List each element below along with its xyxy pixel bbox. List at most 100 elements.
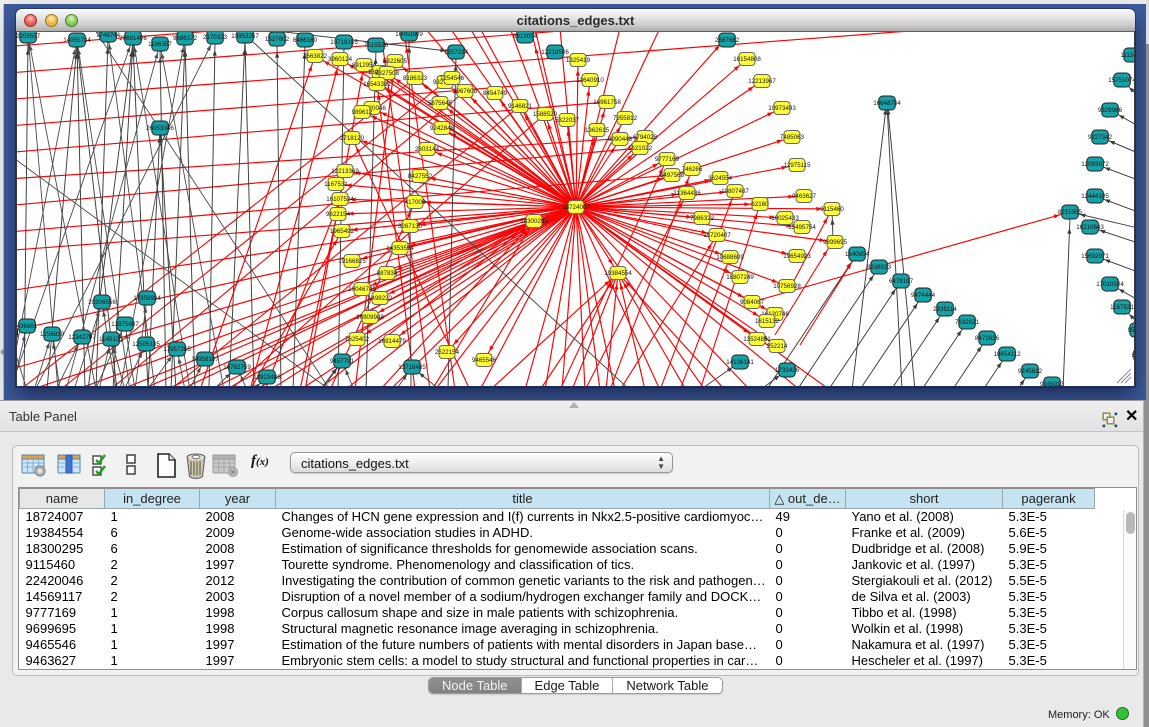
- svg-text:10756928: 10756928: [773, 283, 801, 290]
- svg-text:10958107: 10958107: [191, 356, 219, 363]
- svg-text:15495754: 15495754: [788, 224, 816, 231]
- svg-text:8215955: 8215955: [1058, 209, 1083, 216]
- svg-text:13524851: 13524851: [743, 336, 771, 343]
- svg-text:18300295: 18300295: [520, 218, 548, 225]
- svg-text:7625402: 7625402: [345, 336, 370, 343]
- svg-text:9084067: 9084067: [740, 299, 765, 306]
- svg-text:10853257: 10853257: [231, 33, 259, 40]
- svg-text:7663822: 7663822: [303, 53, 328, 60]
- svg-text:9474444: 9474444: [911, 292, 936, 299]
- svg-text:989612: 989612: [352, 109, 373, 116]
- svg-text:16782759: 16782759: [223, 364, 251, 371]
- svg-text:1256819: 1256819: [40, 331, 65, 338]
- svg-text:1640954: 1640954: [845, 251, 870, 258]
- svg-text:17010504: 17010504: [1096, 281, 1124, 288]
- svg-text:9146821: 9146821: [508, 103, 533, 110]
- svg-text:8454749: 8454749: [483, 90, 508, 97]
- svg-text:13975887: 13975887: [111, 321, 139, 328]
- svg-text:8990448: 8990448: [608, 136, 633, 143]
- svg-text:2718120: 2718120: [340, 135, 365, 142]
- svg-text:2967608: 2967608: [453, 88, 478, 95]
- svg-text:9899695: 9899695: [823, 239, 848, 246]
- svg-text:20206556: 20206556: [88, 299, 116, 306]
- svg-text:12342797: 12342797: [68, 334, 96, 341]
- svg-text:7955812: 7955812: [613, 115, 638, 122]
- svg-text:8471626: 8471626: [975, 335, 1000, 342]
- svg-text:18807249: 18807249: [726, 274, 754, 281]
- svg-text:10807487: 10807487: [721, 188, 749, 195]
- svg-text:19654923: 19654923: [783, 253, 811, 260]
- svg-text:831054: 831054: [1132, 352, 1134, 359]
- svg-text:5322605: 5322605: [383, 58, 408, 65]
- svg-text:2687682: 2687682: [715, 37, 740, 44]
- svg-text:8186323: 8186323: [403, 75, 428, 82]
- svg-text:12213369: 12213369: [331, 168, 359, 175]
- svg-text:9777169: 9777169: [655, 156, 680, 163]
- svg-text:12213967: 12213967: [748, 78, 776, 85]
- svg-text:19166825: 19166825: [338, 258, 366, 265]
- svg-text:8427552: 8427552: [408, 173, 433, 180]
- svg-text:14136141: 14136141: [726, 359, 754, 366]
- svg-text:6497568: 6497568: [660, 172, 685, 179]
- svg-text:1733426: 1733426: [775, 367, 800, 374]
- svg-text:1167531: 1167531: [1110, 304, 1134, 311]
- svg-text:957591: 957591: [1128, 327, 1134, 334]
- svg-text:21364436: 21364436: [673, 190, 701, 197]
- svg-text:746266: 746266: [682, 166, 703, 173]
- svg-text:7746744: 7746744: [96, 32, 121, 39]
- svg-text:18724007: 18724007: [562, 204, 590, 211]
- svg-text:10973493: 10973493: [768, 105, 796, 112]
- svg-text:1527602: 1527602: [265, 36, 290, 43]
- svg-text:12444195: 12444195: [1081, 193, 1109, 200]
- svg-text:9242848: 9242848: [430, 125, 455, 132]
- svg-text:16107524: 16107524: [326, 196, 354, 203]
- svg-text:9245013: 9245013: [1040, 381, 1065, 386]
- svg-text:1621022: 1621022: [628, 145, 653, 152]
- svg-text:436961: 436961: [17, 323, 38, 330]
- svg-text:9329966: 9329966: [1098, 107, 1123, 114]
- svg-text:1112472: 1112472: [1120, 52, 1134, 59]
- svg-text:1362615: 1362615: [585, 127, 610, 134]
- svg-text:10688609: 10688609: [716, 254, 744, 261]
- svg-text:887834: 887834: [377, 270, 398, 277]
- svg-text:16210643: 16210643: [1076, 224, 1104, 231]
- svg-text:17957255: 17957255: [163, 346, 191, 353]
- svg-text:13640910: 13640910: [576, 77, 604, 84]
- svg-text:19384554: 19384554: [604, 270, 632, 277]
- svg-text:62160: 62160: [751, 201, 769, 208]
- svg-text:5875645: 5875645: [428, 100, 453, 107]
- svg-text:9622154: 9622154: [326, 211, 351, 218]
- svg-text:5322037: 5322037: [555, 117, 580, 124]
- svg-text:1965492: 1965492: [330, 228, 355, 235]
- svg-text:10654112: 10654112: [993, 351, 1021, 358]
- svg-text:7357224: 7357224: [444, 49, 469, 56]
- svg-text:16914479: 16914479: [378, 338, 406, 345]
- svg-text:9886372: 9886372: [173, 35, 198, 42]
- svg-text:9327508: 9327508: [375, 70, 400, 77]
- svg-text:1325419: 1325419: [566, 57, 591, 64]
- svg-text:8813054: 8813054: [513, 33, 538, 40]
- svg-text:10719155: 10719155: [330, 39, 358, 46]
- svg-text:7515526: 7515526: [364, 42, 389, 49]
- svg-text:9457791: 9457791: [330, 358, 355, 365]
- svg-text:9465546: 9465546: [472, 357, 497, 364]
- svg-text:16053809: 16053809: [395, 32, 423, 38]
- svg-text:8938923: 8938923: [867, 264, 892, 271]
- svg-text:16961758: 16961758: [593, 99, 621, 106]
- svg-text:1254546: 1254546: [440, 75, 465, 82]
- svg-text:1588520: 1588520: [533, 111, 558, 118]
- svg-text:16909948: 16909948: [356, 314, 384, 321]
- svg-text:2935114: 2935114: [933, 306, 957, 313]
- svg-text:3267130: 3267130: [398, 223, 423, 230]
- svg-text:3624554: 3624554: [708, 175, 733, 182]
- svg-text:1615132: 1615132: [755, 318, 780, 325]
- svg-text:20691406: 20691406: [119, 35, 147, 42]
- svg-text:26053346: 26053346: [146, 125, 174, 132]
- svg-text:7485063: 7485063: [780, 134, 805, 141]
- svg-text:1145131: 1145131: [99, 336, 123, 343]
- svg-text:417006: 417006: [405, 199, 426, 206]
- svg-text:9227342: 9227342: [1088, 134, 1113, 141]
- svg-text:252214: 252214: [767, 343, 788, 350]
- svg-text:9245612: 9245612: [1018, 368, 1043, 375]
- svg-text:12923488: 12923488: [253, 374, 281, 381]
